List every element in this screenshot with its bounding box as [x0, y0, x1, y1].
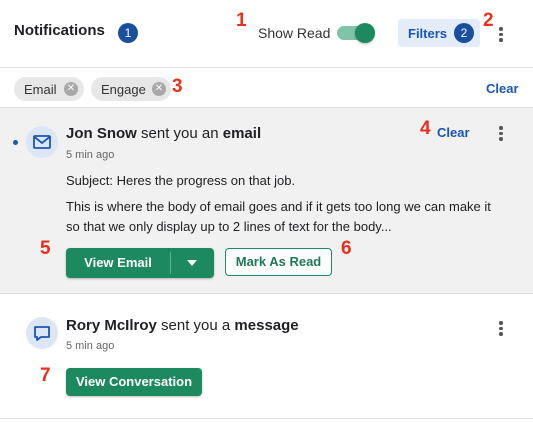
show-read-label: Show Read [258, 25, 331, 41]
filter-chip-email[interactable]: Email ✕ [14, 77, 84, 101]
panel-header: Notifications 1 1 Show Read Filters 2 2 [0, 0, 533, 68]
unread-indicator [13, 140, 18, 145]
sender-name: Rory McIlroy [66, 317, 157, 334]
notification-more-options-icon[interactable] [494, 319, 508, 337]
chevron-down-icon[interactable] [171, 248, 214, 278]
view-email-button[interactable]: View Email [66, 248, 170, 278]
notification-object: email [222, 125, 262, 142]
notification-item[interactable]: Rory McIlroy sent you a message 5 min ag… [0, 295, 533, 423]
remove-chip-icon[interactable]: ✕ [152, 82, 166, 96]
view-conversation-button[interactable]: View Conversation [66, 368, 202, 396]
notification-object: message [234, 317, 299, 334]
list-divider [0, 418, 533, 419]
panel-title: Notifications [14, 22, 105, 39]
step-marker-1: 1 [236, 10, 247, 31]
filters-count-badge: 2 [454, 23, 474, 43]
notification-time: 5 min ago [66, 340, 115, 352]
header-more-options-icon[interactable] [494, 25, 508, 43]
clear-notification-link[interactable]: Clear [437, 125, 470, 140]
filter-chip-label: Email [24, 82, 57, 97]
sender-name: Jon Snow [66, 125, 137, 142]
notification-time: 5 min ago [66, 149, 115, 161]
envelope-icon [26, 126, 58, 158]
notification-item[interactable]: Jon Snow sent you an email 5 min ago 4 C… [0, 108, 533, 294]
notification-action: sent you a [161, 317, 231, 334]
notification-more-options-icon[interactable] [494, 124, 508, 142]
mark-as-read-button[interactable]: Mark As Read [225, 248, 332, 276]
remove-chip-icon[interactable]: ✕ [64, 82, 78, 96]
toggle-knob [355, 23, 375, 43]
notification-action: sent you an [141, 125, 219, 142]
notification-headline: Jon Snow sent you an email [66, 125, 261, 142]
chat-bubble-icon [26, 317, 58, 349]
step-marker-2: 2 [483, 10, 494, 31]
email-body-preview: This is where the body of email goes and… [66, 199, 491, 234]
step-marker-7: 7 [40, 365, 51, 386]
clear-filters-link[interactable]: Clear [486, 81, 519, 96]
filters-button[interactable]: Filters 2 [398, 19, 480, 47]
show-read-toggle[interactable] [337, 23, 375, 43]
step-marker-3: 3 [172, 76, 183, 97]
view-email-split-button: View Email [66, 248, 214, 278]
filter-chip-label: Engage [101, 82, 146, 97]
filters-button-label: Filters [408, 26, 448, 41]
active-filters-bar: Email ✕ Engage ✕ 3 Clear [0, 68, 533, 108]
unread-count-badge: 1 [118, 23, 138, 43]
step-marker-6: 6 [341, 238, 352, 259]
notification-headline: Rory McIlroy sent you a message [66, 317, 299, 334]
email-subject: Subject: Heres the progress on that job. [66, 173, 296, 188]
filter-chip-engage[interactable]: Engage ✕ [91, 77, 171, 101]
step-marker-5: 5 [40, 238, 51, 259]
step-marker-4: 4 [420, 118, 431, 139]
notifications-panel: Notifications 1 1 Show Read Filters 2 2 … [0, 0, 533, 423]
